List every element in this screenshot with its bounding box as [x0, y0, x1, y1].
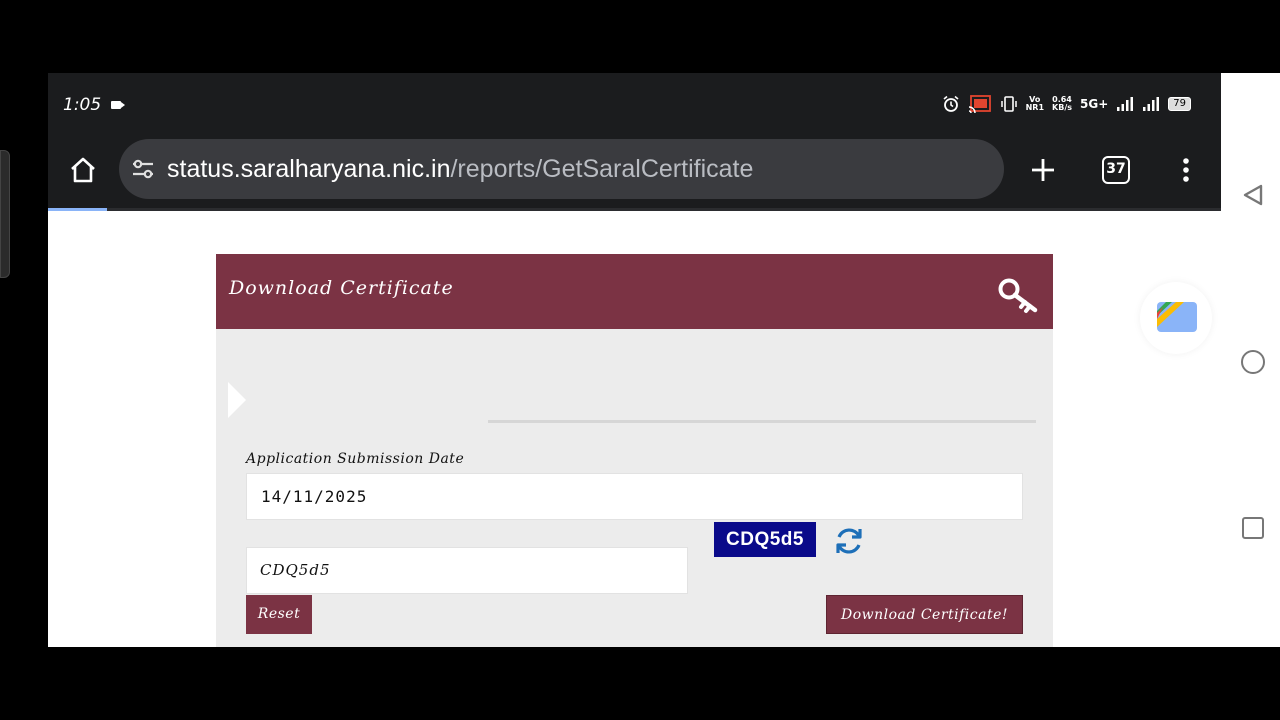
vibrate-icon	[1000, 96, 1017, 112]
battery-indicator: 79	[1168, 97, 1191, 111]
net-speed-unit: KB/s	[1052, 103, 1072, 112]
signal-icon-sim1	[1117, 97, 1134, 111]
tune-icon[interactable]	[129, 155, 157, 183]
divider-line	[488, 420, 1036, 423]
key-icon	[998, 278, 1038, 313]
net-speed: 0.64 KB/s	[1052, 96, 1072, 112]
reset-button[interactable]: Reset	[246, 595, 312, 634]
captcha-image: CDQ5d5	[714, 522, 816, 557]
tab-switcher-button[interactable]: 37	[1102, 156, 1130, 184]
square-recents-icon[interactable]	[1242, 517, 1264, 539]
status-time: 1:05	[63, 95, 102, 115]
screen-record-icon	[111, 101, 125, 109]
url-path: /reports/GetSaralCertificate	[450, 154, 754, 183]
cast-icon	[968, 95, 991, 113]
circle-home-icon[interactable]	[1241, 350, 1265, 374]
volte-bottom: NR1	[1025, 103, 1045, 112]
submission-date-field[interactable]: 14/11/2025	[246, 473, 1023, 520]
panel-title: Download Certificate	[229, 277, 454, 299]
address-bar[interactable]: status.saralharyana.nic.in/reports/GetSa…	[119, 139, 1004, 199]
more-vert-icon[interactable]	[1173, 155, 1199, 185]
arrow-marker	[228, 382, 246, 418]
web-page: Download Certificate Application Submiss…	[48, 211, 1221, 647]
volte-indicator: Vo NR1	[1026, 96, 1044, 112]
floating-app-bubble[interactable]	[1140, 282, 1212, 354]
android-nav-bar	[1221, 73, 1280, 647]
status-bar: 1:05 Vo NR1 0.64 KB/s 5G+ 79	[48, 73, 1221, 135]
url-text: status.saralharyana.nic.in/reports/GetSa…	[167, 155, 753, 184]
back-icon[interactable]	[1241, 183, 1265, 207]
url-host: status.saralharyana.nic.in	[167, 154, 451, 183]
status-icons: Vo NR1 0.64 KB/s 5G+ 79	[942, 95, 1191, 113]
side-panel-handle[interactable]	[0, 150, 10, 278]
certificate-panel: Download Certificate Application Submiss…	[216, 254, 1053, 647]
date-label: Application Submission Date	[246, 451, 465, 467]
captcha-input[interactable]: CDQ5d5	[246, 547, 688, 594]
home-icon[interactable]	[68, 155, 98, 185]
download-certificate-button[interactable]: Download Certificate!	[826, 595, 1023, 634]
alarm-icon	[943, 95, 959, 112]
signal-icon-sim2	[1143, 97, 1160, 111]
refresh-icon[interactable]	[833, 525, 865, 557]
panel-header: Download Certificate	[216, 254, 1053, 329]
files-app-icon	[1157, 302, 1197, 332]
network-type: 5G+	[1080, 97, 1109, 111]
plus-icon[interactable]	[1028, 155, 1058, 185]
browser-toolbar: status.saralharyana.nic.in/reports/GetSa…	[48, 135, 1221, 209]
